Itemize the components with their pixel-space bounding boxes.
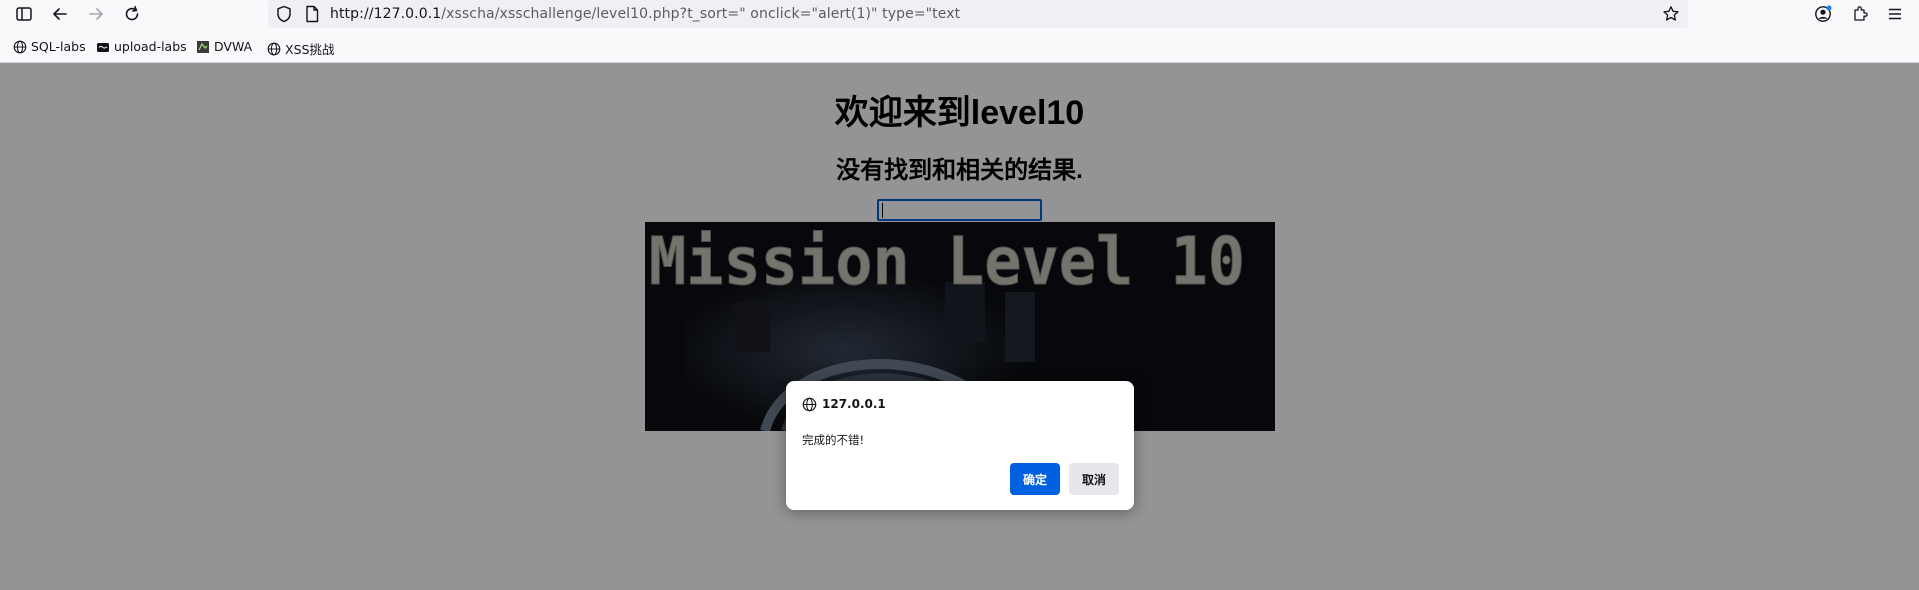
url-path: /xsscha/xsschallenge/level10.php?t_sort=… [441, 6, 961, 22]
forward-icon[interactable] [84, 2, 108, 26]
globe-icon [267, 42, 281, 55]
dialog-message: 完成的不错! [802, 433, 865, 447]
bookmark-label: SQL-labs [31, 39, 86, 54]
back-icon[interactable] [48, 2, 72, 26]
alert-dialog: 127.0.0.1 完成的不错! 确定 取消 [786, 381, 1134, 510]
url-host: http://127.0.0.1 [330, 6, 442, 22]
cancel-button[interactable]: 取消 [1069, 463, 1119, 495]
tracking-protection-icon[interactable] [276, 5, 292, 27]
account-icon[interactable] [1811, 2, 1835, 26]
bookmarks-toolbar: SQL-labs upload-labs DVWA XSS挑战 [0, 36, 1919, 60]
url-text[interactable]: http://127.0.0.1/xsscha/xsschallenge/lev… [330, 6, 960, 22]
reload-icon[interactable] [120, 2, 144, 26]
bookmark-label: DVWA [214, 39, 253, 54]
dvwa-favicon [197, 40, 209, 53]
extensions-icon[interactable] [1848, 2, 1872, 26]
sidebar-toggle-icon[interactable] [12, 2, 36, 26]
bookmark-dvwa[interactable]: DVWA [196, 39, 252, 54]
bookmark-xss-challenge[interactable]: XSS挑战 [267, 39, 334, 58]
bookmark-label: upload-labs [114, 39, 187, 54]
menu-icon[interactable] [1883, 2, 1907, 26]
bookmark-sql-labs[interactable]: SQL-labs [13, 39, 86, 54]
bookmark-label: XSS挑战 [285, 42, 335, 57]
modal-overlay [0, 63, 1919, 590]
bookmark-upload-labs[interactable]: upload-labs [96, 39, 187, 54]
browser-toolbar: http://127.0.0.1/xsscha/xsschallenge/lev… [0, 0, 1919, 28]
globe-icon [13, 40, 27, 53]
ok-button[interactable]: 确定 [1010, 463, 1060, 495]
globe-icon [802, 397, 817, 416]
address-bar[interactable]: http://127.0.0.1/xsscha/xsschallenge/lev… [268, 0, 1688, 28]
bookmark-star-icon[interactable] [1662, 5, 1680, 27]
page-info-icon[interactable] [304, 5, 320, 27]
dialog-origin: 127.0.0.1 [822, 397, 886, 411]
folder-icon [97, 42, 109, 52]
